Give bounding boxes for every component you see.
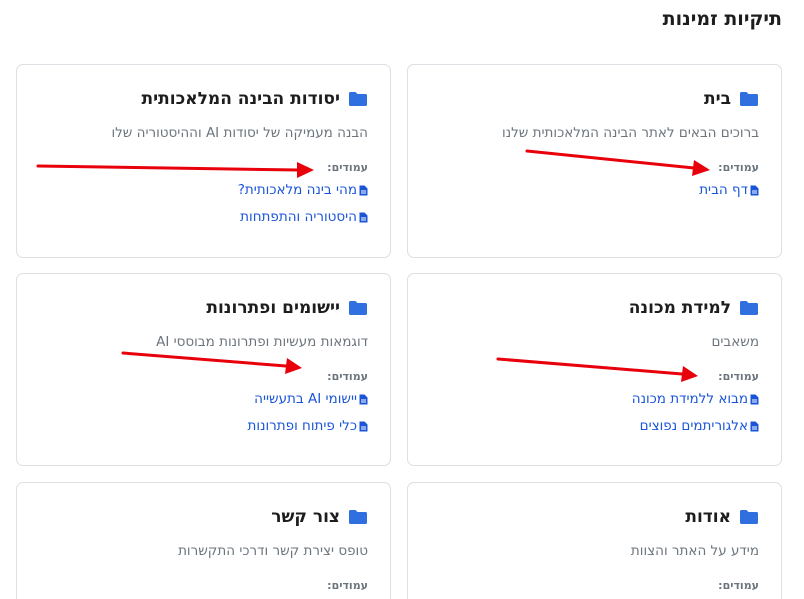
folder-card-contact[interactable]: צור קשר טופס יצירת קשר ודרכי התקשרות עמו… xyxy=(16,482,391,599)
page-link-item[interactable]: יישומי AI בתעשייה xyxy=(39,391,368,407)
pages-label: עמודים: xyxy=(327,579,368,592)
file-icon xyxy=(359,212,368,222)
card-header: יסודות הבינה המלאכותית xyxy=(39,89,368,109)
page-title: תיקיות זמינות xyxy=(662,8,782,30)
page-link[interactable]: מהי בינה מלאכותית? xyxy=(238,182,357,198)
page-link-item[interactable]: כלי פיתוח ופתרונות xyxy=(39,418,368,434)
page-list: מבוא ללמידת מכונה אלגוריתמים נפוצים xyxy=(430,391,759,434)
folder-card-ai-foundations[interactable]: יסודות הבינה המלאכותית הבנה מעמיקה של יס… xyxy=(16,64,391,258)
card-title[interactable]: יסודות הבינה המלאכותית xyxy=(142,89,340,109)
page-link-item[interactable]: אלגוריתמים נפוצים xyxy=(430,418,759,434)
card-description: הבנה מעמיקה של יסודות AI וההיסטוריה שלו xyxy=(111,125,368,141)
folder-icon xyxy=(740,92,758,106)
card-title[interactable]: צור קשר xyxy=(271,507,340,527)
card-header: למידת מכונה xyxy=(430,298,759,318)
page-link-item[interactable]: היסטוריה והתפתחות xyxy=(39,209,368,225)
folder-icon xyxy=(740,301,758,315)
card-description: מידע על האתר והצוות xyxy=(630,543,759,559)
folder-icon xyxy=(349,510,367,524)
pages-label: עמודים: xyxy=(327,370,368,383)
pages-label: עמודים: xyxy=(327,161,368,174)
file-icon xyxy=(359,394,368,404)
pages-label: עמודים: xyxy=(718,579,759,592)
file-icon xyxy=(750,185,759,195)
card-header: אודות xyxy=(430,507,759,527)
page-link-item[interactable]: מהי בינה מלאכותית? xyxy=(39,182,368,198)
folder-icon xyxy=(349,92,367,106)
card-description: ברוכים הבאים לאתר הבינה המלאכותית שלנו xyxy=(502,125,759,141)
file-icon xyxy=(359,421,368,431)
page-link[interactable]: יישומי AI בתעשייה xyxy=(254,391,357,407)
card-title[interactable]: יישומים ופתרונות xyxy=(206,298,340,318)
folder-card-about[interactable]: אודות מידע על האתר והצוות עמודים: xyxy=(407,482,782,599)
pages-label: עמודים: xyxy=(718,161,759,174)
card-description: טופס יצירת קשר ודרכי התקשרות xyxy=(178,543,368,559)
page-list: יישומי AI בתעשייה כלי פיתוח ופתרונות xyxy=(39,391,368,434)
card-title[interactable]: בית xyxy=(704,89,731,109)
page-list: מהי בינה מלאכותית? היסטוריה והתפתחות xyxy=(39,182,368,225)
page-link[interactable]: היסטוריה והתפתחות xyxy=(240,209,357,225)
page-list: דף הבית xyxy=(430,182,759,198)
file-icon xyxy=(750,394,759,404)
page-link-item[interactable]: מבוא ללמידת מכונה xyxy=(430,391,759,407)
folder-icon xyxy=(349,301,367,315)
pages-label: עמודים: xyxy=(718,370,759,383)
card-description: דוגמאות מעשיות ופתרונות מבוססי AI xyxy=(156,334,368,350)
page-link[interactable]: אלגוריתמים נפוצים xyxy=(640,418,748,434)
card-title[interactable]: אודות xyxy=(685,507,731,527)
file-icon xyxy=(750,421,759,431)
card-header: צור קשר xyxy=(39,507,368,527)
card-title[interactable]: למידת מכונה xyxy=(629,298,731,318)
page-link-item[interactable]: דף הבית xyxy=(430,182,759,198)
folder-card-applications[interactable]: יישומים ופתרונות דוגמאות מעשיות ופתרונות… xyxy=(16,273,391,466)
card-description: משאבים xyxy=(711,334,759,350)
page-link[interactable]: דף הבית xyxy=(699,182,748,198)
card-header: יישומים ופתרונות xyxy=(39,298,368,318)
folder-card-home[interactable]: בית ברוכים הבאים לאתר הבינה המלאכותית של… xyxy=(407,64,782,258)
folder-icon xyxy=(740,510,758,524)
page-link[interactable]: כלי פיתוח ופתרונות xyxy=(248,418,357,434)
card-header: בית xyxy=(430,89,759,109)
folder-card-machine-learning[interactable]: למידת מכונה משאבים עמודים: מבוא ללמידת מ… xyxy=(407,273,782,466)
page-link[interactable]: מבוא ללמידת מכונה xyxy=(632,391,748,407)
file-icon xyxy=(359,185,368,195)
